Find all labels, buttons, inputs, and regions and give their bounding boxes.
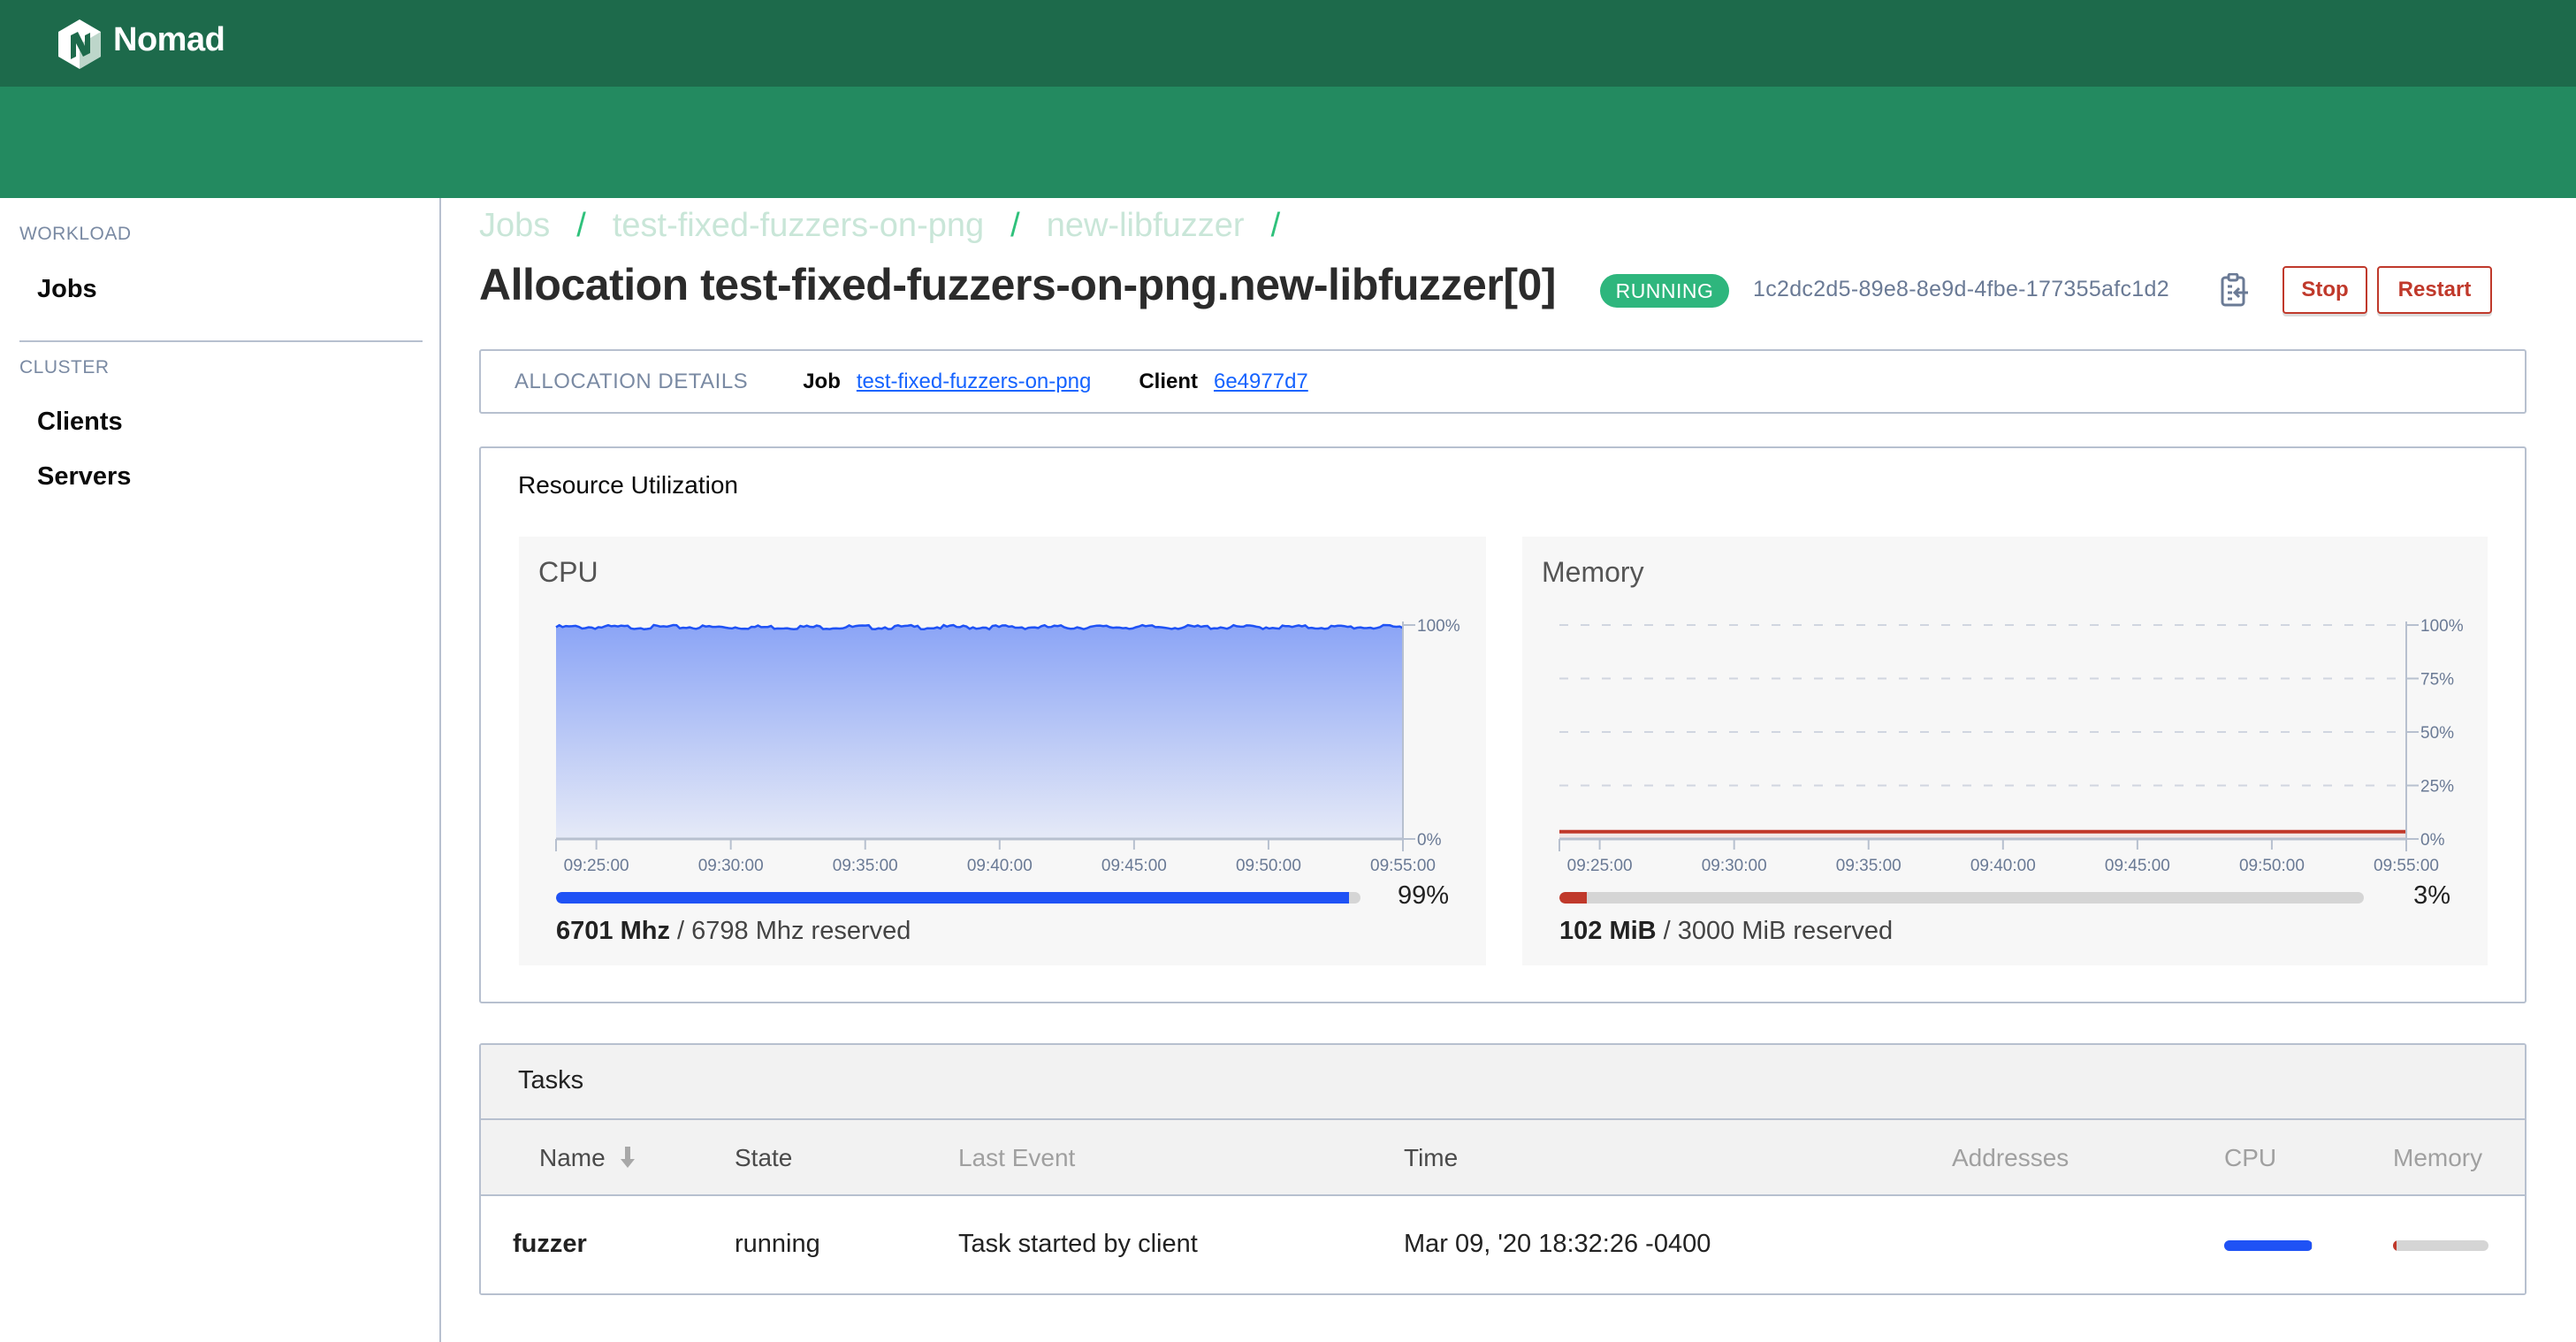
y-tick-label: 75% bbox=[2420, 671, 2454, 690]
column-header-name-label: Name bbox=[539, 1144, 606, 1171]
cpu-reserved: / 6798 Mhz reserved bbox=[677, 917, 911, 945]
x-tick-label: 09:35:00 bbox=[1836, 857, 1902, 875]
x-tick-label: 09:45:00 bbox=[1101, 857, 1167, 875]
column-header-memory: Memory bbox=[2393, 1144, 2483, 1171]
x-tick-label: 09:50:00 bbox=[1236, 857, 1301, 875]
column-header-last-event: Last Event bbox=[958, 1144, 1076, 1171]
cpu-utilization-bar-fill bbox=[556, 892, 1349, 904]
resource-utilization: Resource Utilization CPU 0% 100% 09:25:00 0… bbox=[479, 446, 2526, 1003]
x-tick-label: 09:25:00 bbox=[1567, 857, 1633, 875]
brand-name[interactable]: Nomad bbox=[113, 21, 225, 59]
memory-chart-title: Memory bbox=[1542, 556, 1644, 588]
column-header-addresses: Addresses bbox=[1952, 1144, 2069, 1171]
memory-utilization-bar-fill bbox=[1559, 892, 1587, 904]
status-badge: RUNNING bbox=[1600, 274, 1729, 308]
y-tick-label: 0% bbox=[1417, 831, 1442, 850]
sidebar-item-clients[interactable]: Clients bbox=[37, 408, 123, 437]
tasks-table: Tasks Name State Last Event Time Address… bbox=[479, 1043, 2526, 1295]
x-tick-label: 09:55:00 bbox=[2374, 857, 2439, 875]
memory-reserved: / 3000 MiB reserved bbox=[1663, 917, 1894, 945]
column-header-state[interactable]: State bbox=[735, 1144, 792, 1172]
task-last-event: Task started by client bbox=[958, 1230, 1198, 1258]
sidebar-item-servers[interactable]: Servers bbox=[37, 462, 131, 492]
task-memory-bar-fill bbox=[2393, 1240, 2397, 1251]
column-header-time[interactable]: Time bbox=[1404, 1144, 1458, 1172]
table-header-row: Name State Last Event Time Addresses CPU… bbox=[481, 1120, 2525, 1196]
x-tick-label: 09:35:00 bbox=[833, 857, 898, 875]
x-tick-label: 09:55:00 bbox=[1370, 857, 1436, 875]
arrow-down-icon bbox=[621, 1147, 636, 1168]
x-tick-label: 09:50:00 bbox=[2239, 857, 2305, 875]
y-tick-label: 100% bbox=[2420, 617, 2464, 636]
sidebar: WORKLOAD Jobs CLUSTER Clients Servers bbox=[0, 198, 441, 1342]
breadcrumb-jobs[interactable]: Jobs bbox=[479, 207, 550, 245]
x-tick-label: 09:40:00 bbox=[1970, 857, 2036, 875]
allocation-details: ALLOCATION DETAILS Job test-fixed-fuzzer… bbox=[479, 349, 2526, 414]
breadcrumb-separator: / bbox=[576, 207, 586, 244]
memory-used: 102 MiB bbox=[1559, 917, 1657, 945]
x-tick-label: 09:30:00 bbox=[1702, 857, 1767, 875]
allocation-id: 1c2dc2d5-89e8-8e9d-4fbe-177355afc1d2 bbox=[1753, 277, 2169, 301]
cpu-percent: 99% bbox=[1397, 881, 1449, 910]
client-link[interactable]: 6e4977d7 bbox=[1214, 370, 1308, 394]
x-tick-label: 09:40:00 bbox=[967, 857, 1033, 875]
page-title: Allocation test-fixed-fuzzers-on-png.new… bbox=[479, 260, 1556, 309]
breadcrumb: Jobs / test-fixed-fuzzers-on-png / new-l… bbox=[479, 207, 1452, 245]
breadcrumb-separator: / bbox=[1270, 207, 1281, 244]
series-line bbox=[555, 623, 1404, 631]
job-key: Job bbox=[803, 369, 841, 393]
table-row[interactable]: fuzzer running Task started by client Ma… bbox=[481, 1196, 2525, 1293]
cpu-used: 6701 Mhz bbox=[556, 917, 670, 945]
y-tick-label: 100% bbox=[1417, 617, 1460, 636]
column-header-name[interactable]: Name bbox=[539, 1144, 636, 1172]
nomad-logo-icon[interactable] bbox=[58, 19, 101, 69]
sidebar-item-jobs[interactable]: Jobs bbox=[37, 275, 97, 304]
breadcrumb-separator: / bbox=[1010, 207, 1020, 244]
tasks-header: Tasks bbox=[481, 1045, 2525, 1120]
y-tick-label: 50% bbox=[2420, 724, 2454, 743]
task-time: Mar 09, '20 18:32:26 -0400 bbox=[1404, 1230, 1711, 1258]
job-link[interactable]: test-fixed-fuzzers-on-png bbox=[857, 370, 1091, 394]
task-memory-bar bbox=[2393, 1240, 2488, 1251]
breadcrumb-job[interactable]: test-fixed-fuzzers-on-png bbox=[613, 207, 984, 245]
breadcrumb-allocation: 1c2dc2d5 bbox=[1307, 207, 1452, 244]
task-cpu-bar bbox=[2224, 1240, 2313, 1251]
memory-panel: Memory 0% 25% 50% 75% 100% 09:25:00 09:30:00 09… bbox=[1522, 537, 2488, 965]
memory-utilization-bar bbox=[1559, 892, 2364, 904]
memory-usage-text: 102 MiB / 3000 MiB reserved bbox=[1559, 917, 1893, 946]
y-tick-label: 0% bbox=[2420, 831, 2445, 850]
sidebar-section-cluster: CLUSTER bbox=[19, 357, 110, 377]
task-cpu-bar-fill bbox=[2224, 1240, 2312, 1251]
breadcrumb-bar: Jobs / test-fixed-fuzzers-on-png / new-l… bbox=[0, 87, 2576, 244]
task-name[interactable]: fuzzer bbox=[513, 1230, 587, 1259]
task-state: running bbox=[735, 1230, 820, 1258]
cpu-usage-text: 6701 Mhz / 6798 Mhz reserved bbox=[556, 917, 911, 946]
y-tick-label: 25% bbox=[2420, 778, 2454, 797]
cpu-chart-title: CPU bbox=[538, 556, 598, 588]
memory-chart[interactable]: 0% 25% 50% 75% 100% 09:25:00 09:30:00 09:35:00 0… bbox=[1522, 590, 2488, 881]
x-tick-label: 09:25:00 bbox=[564, 857, 629, 875]
stop-button[interactable]: Stop bbox=[2283, 266, 2367, 314]
area-fill bbox=[556, 625, 1403, 839]
sidebar-divider bbox=[19, 340, 423, 342]
top-nav-bar: Nomad bbox=[0, 0, 2576, 87]
breadcrumb-task-group[interactable]: new-libfuzzer bbox=[1047, 207, 1245, 245]
cpu-panel: CPU 0% 100% 09:25:00 09:30:00 09:35:00 09:40:… bbox=[519, 537, 1486, 965]
x-tick-label: 09:45:00 bbox=[2105, 857, 2170, 875]
tasks-title: Tasks bbox=[518, 1066, 584, 1094]
column-header-cpu: CPU bbox=[2224, 1144, 2277, 1171]
sidebar-section-workload: WORKLOAD bbox=[19, 224, 132, 244]
cpu-chart[interactable]: 0% 100% 09:25:00 09:30:00 09:35:00 09:40:00 09… bbox=[519, 590, 1486, 881]
clipboard-copy-icon[interactable] bbox=[2221, 273, 2249, 307]
cpu-utilization-bar bbox=[556, 892, 1360, 904]
memory-percent: 3% bbox=[2413, 881, 2450, 910]
client-key: Client bbox=[1139, 369, 1198, 393]
allocation-details-label: ALLOCATION DETAILS bbox=[514, 369, 749, 393]
restart-button[interactable]: Restart bbox=[2377, 266, 2492, 314]
resource-utilization-title: Resource Utilization bbox=[518, 471, 738, 499]
x-tick-label: 09:30:00 bbox=[698, 857, 764, 875]
